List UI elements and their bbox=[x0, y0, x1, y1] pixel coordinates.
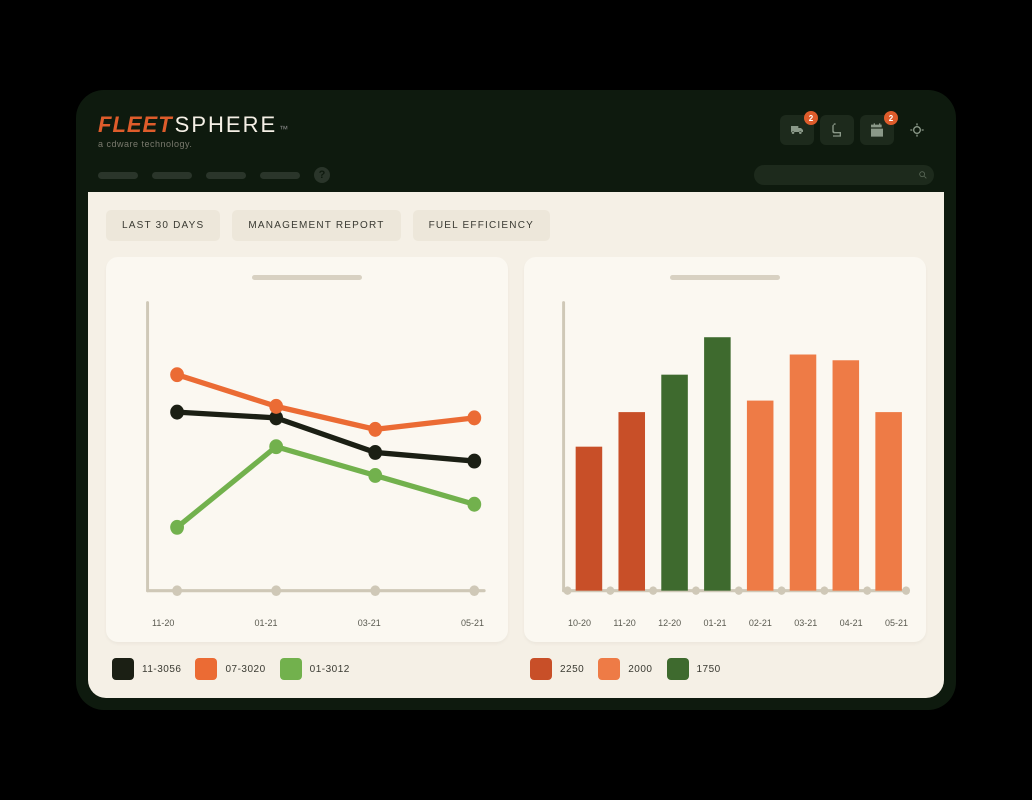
bar-x-1: 11-20 bbox=[613, 618, 635, 628]
legend-swatch-rust bbox=[530, 658, 552, 680]
content-area: LAST 30 DAYS MANAGEMENT REPORT FUEL EFFI… bbox=[88, 192, 944, 698]
panels-row: 11-20 01-21 03-21 05-21 10-20 11-20 12-2… bbox=[106, 257, 926, 642]
line-x-2: 03-21 bbox=[358, 618, 381, 628]
line-chart-panel: 11-20 01-21 03-21 05-21 bbox=[106, 257, 508, 642]
legends-row: 11-3056 07-3020 01-3012 2250 2 bbox=[106, 658, 926, 680]
line-chart bbox=[120, 292, 494, 612]
legend-label: 11-3056 bbox=[142, 664, 181, 675]
search-icon bbox=[918, 170, 928, 180]
line-chart-x-axis: 11-20 01-21 03-21 05-21 bbox=[120, 612, 494, 632]
truck-icon bbox=[789, 122, 805, 138]
bar-chart-svg bbox=[538, 292, 912, 612]
locate-button[interactable] bbox=[900, 115, 934, 145]
brand-subtitle: a cdware technology. bbox=[98, 139, 288, 149]
truck-button[interactable]: 2 bbox=[780, 115, 814, 145]
line-chart-svg bbox=[120, 292, 494, 612]
topbar-actions: 2 2 bbox=[780, 115, 934, 145]
seat-icon bbox=[829, 122, 845, 138]
calendar-button[interactable]: 2 bbox=[860, 115, 894, 145]
bar-x-4: 02-21 bbox=[749, 618, 772, 628]
legend-label: 2000 bbox=[628, 664, 652, 675]
nav-links: ? bbox=[98, 167, 744, 183]
legend-item-07-3020[interactable]: 07-3020 bbox=[195, 658, 265, 680]
legend-swatch-lightorange bbox=[598, 658, 620, 680]
bar-x-5: 03-21 bbox=[794, 618, 817, 628]
bar-x-0: 10-20 bbox=[568, 618, 591, 628]
bar-chart-legend: 2250 2000 1750 bbox=[524, 658, 926, 680]
legend-item-11-3056[interactable]: 11-3056 bbox=[112, 658, 181, 680]
bar-x-6: 04-21 bbox=[840, 618, 863, 628]
nav-item-2[interactable] bbox=[152, 172, 192, 179]
line-x-3: 05-21 bbox=[461, 618, 484, 628]
nav-item-1[interactable] bbox=[98, 172, 138, 179]
line-chart-title-placeholder bbox=[252, 275, 362, 280]
calendar-badge: 2 bbox=[884, 111, 898, 125]
legend-label: 1750 bbox=[697, 664, 721, 675]
legend-item-01-3012[interactable]: 01-3012 bbox=[280, 658, 350, 680]
calendar-icon bbox=[869, 122, 885, 138]
legend-item-2250[interactable]: 2250 bbox=[530, 658, 584, 680]
help-icon[interactable]: ? bbox=[314, 167, 330, 183]
legend-swatch-orange bbox=[195, 658, 217, 680]
bar-chart-title-placeholder bbox=[670, 275, 780, 280]
crosshair-icon bbox=[909, 122, 925, 138]
line-x-0: 11-20 bbox=[152, 618, 174, 628]
search-input[interactable] bbox=[754, 165, 934, 185]
truck-badge: 2 bbox=[804, 111, 818, 125]
line-chart-legend: 11-3056 07-3020 01-3012 bbox=[106, 658, 508, 680]
legend-label: 2250 bbox=[560, 664, 584, 675]
legend-swatch-green bbox=[280, 658, 302, 680]
seat-button[interactable] bbox=[820, 115, 854, 145]
brand-sphere-word: SPHERE bbox=[175, 112, 277, 138]
legend-item-2000[interactable]: 2000 bbox=[598, 658, 652, 680]
legend-item-1750[interactable]: 1750 bbox=[667, 658, 721, 680]
brand-trademark: ™ bbox=[279, 124, 288, 134]
line-x-1: 01-21 bbox=[255, 618, 278, 628]
filter-management-report[interactable]: MANAGEMENT REPORT bbox=[232, 210, 400, 241]
bar-chart bbox=[538, 292, 912, 612]
app-frame: FLEET SPHERE ™ a cdware technology. 2 2 bbox=[76, 90, 956, 710]
navbar: ? bbox=[88, 158, 944, 192]
bar-x-3: 01-21 bbox=[703, 618, 726, 628]
legend-label: 07-3020 bbox=[225, 664, 265, 675]
legend-swatch-black bbox=[112, 658, 134, 680]
topbar: FLEET SPHERE ™ a cdware technology. 2 2 bbox=[88, 102, 944, 158]
bar-x-2: 12-20 bbox=[658, 618, 681, 628]
nav-item-4[interactable] bbox=[260, 172, 300, 179]
nav-item-3[interactable] bbox=[206, 172, 246, 179]
filter-last-30-days[interactable]: LAST 30 DAYS bbox=[106, 210, 220, 241]
brand-fleet-word: FLEET bbox=[98, 112, 173, 138]
filter-row: LAST 30 DAYS MANAGEMENT REPORT FUEL EFFI… bbox=[106, 210, 926, 241]
bar-x-7: 05-21 bbox=[885, 618, 908, 628]
brand-logo: FLEET SPHERE ™ a cdware technology. bbox=[98, 112, 288, 149]
bar-chart-x-axis: 10-20 11-20 12-20 01-21 02-21 03-21 04-2… bbox=[538, 612, 912, 632]
bar-chart-panel: 10-20 11-20 12-20 01-21 02-21 03-21 04-2… bbox=[524, 257, 926, 642]
filter-fuel-efficiency[interactable]: FUEL EFFICIENCY bbox=[413, 210, 550, 241]
legend-label: 01-3012 bbox=[310, 664, 350, 675]
legend-swatch-darkgreen bbox=[667, 658, 689, 680]
